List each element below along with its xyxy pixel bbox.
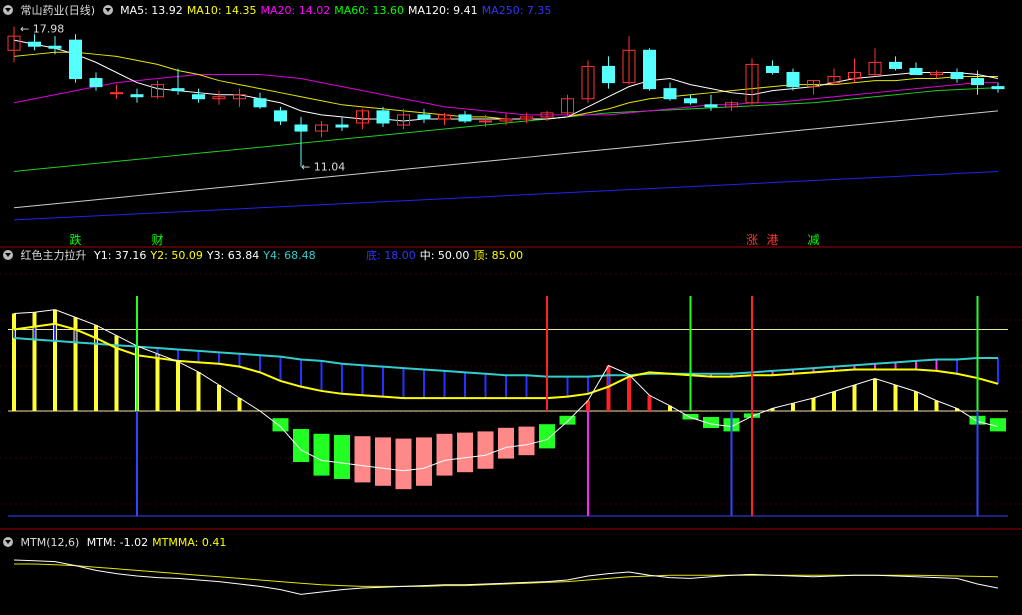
candle-body	[684, 98, 697, 104]
indicator-chart[interactable]	[0, 248, 1022, 530]
y1-bar	[217, 385, 221, 411]
candle-body	[69, 39, 82, 80]
event-marker: 减	[808, 233, 820, 247]
y1-block	[498, 427, 514, 459]
candle-body	[48, 45, 62, 49]
indicator-pane: 红色主力拉升 Y1: 37.16 Y2: 50.09 Y3: 63.84 Y4: 68…	[0, 248, 1022, 530]
y1-block	[457, 432, 473, 473]
y1-bar	[934, 400, 939, 411]
ma20-line	[13, 74, 998, 116]
y1-bar	[852, 385, 857, 411]
y1-block	[354, 436, 371, 483]
candle-body	[274, 110, 287, 122]
y1-bar	[606, 365, 611, 411]
candle-body	[889, 61, 902, 69]
y1-bar	[832, 391, 836, 411]
ma250-line	[13, 170, 999, 221]
y1-block	[293, 429, 309, 462]
event-marker: 涨	[746, 232, 758, 247]
candle-body	[602, 65, 615, 84]
ma10-line	[13, 51, 998, 120]
y1-bar	[155, 353, 160, 411]
y1-bar	[196, 372, 201, 411]
candle-body	[28, 41, 41, 47]
candle-body	[643, 49, 656, 90]
candle-body	[417, 114, 431, 120]
mtm-line	[13, 559, 999, 595]
candle-body	[786, 71, 800, 88]
price-chart[interactable]: ← 17.98 ← 11.04 跌 财 涨港 减	[0, 0, 1022, 248]
candle-body	[766, 65, 779, 73]
y4-line	[13, 337, 998, 378]
candle-body	[192, 94, 205, 100]
y1-bar	[627, 374, 631, 411]
y1-block	[416, 437, 432, 486]
high-label: ← 17.98	[20, 22, 64, 35]
y1-block	[518, 426, 535, 456]
y1-bar	[873, 378, 877, 411]
candle-body	[89, 78, 103, 88]
candle-body	[479, 120, 492, 123]
candle-body	[376, 110, 390, 124]
candle-body	[950, 71, 964, 80]
y1-block	[436, 433, 453, 476]
mtm-pane: MTM(12,6) MTM: -1.02 MTMMA: 0.41	[0, 532, 1022, 615]
y1-block	[334, 435, 350, 479]
y1-bar	[811, 398, 816, 411]
y1-bar	[237, 398, 242, 411]
candle-body	[991, 86, 1005, 90]
candle-body	[130, 94, 144, 98]
y1-block	[539, 424, 555, 449]
y1-bar	[12, 313, 16, 411]
mtm-chart[interactable]	[0, 532, 1022, 615]
y1-block	[477, 431, 494, 469]
ma120-line	[13, 110, 999, 209]
candle-body	[294, 124, 308, 132]
low-label: ← 11.04	[301, 161, 345, 174]
y1-bar	[893, 385, 898, 411]
y1-bar	[176, 361, 180, 411]
candle-body	[663, 88, 677, 100]
y1-block	[559, 415, 576, 425]
y1-bar	[791, 403, 795, 411]
candle-body	[458, 114, 472, 122]
y1-bar	[647, 395, 652, 411]
price-pane: 常山药业(日线) MA5: 13.92 MA10: 14.35 MA20: 14.0…	[0, 0, 1022, 248]
event-marker: 港	[767, 233, 779, 247]
candle-body	[909, 67, 923, 76]
candle-body	[971, 78, 984, 86]
ma5-line	[13, 39, 999, 122]
candle-body	[335, 124, 349, 128]
y1-bar	[914, 391, 918, 411]
y1-block	[395, 438, 412, 490]
y1-block	[313, 433, 330, 476]
y1-block	[272, 418, 289, 432]
candle-body	[253, 98, 267, 108]
candle-body	[704, 104, 718, 108]
event-marker: 跌	[70, 232, 82, 247]
y1-block	[375, 437, 391, 486]
candle-body	[171, 88, 185, 92]
event-marker: 财	[152, 233, 164, 247]
candle-body	[110, 92, 123, 95]
